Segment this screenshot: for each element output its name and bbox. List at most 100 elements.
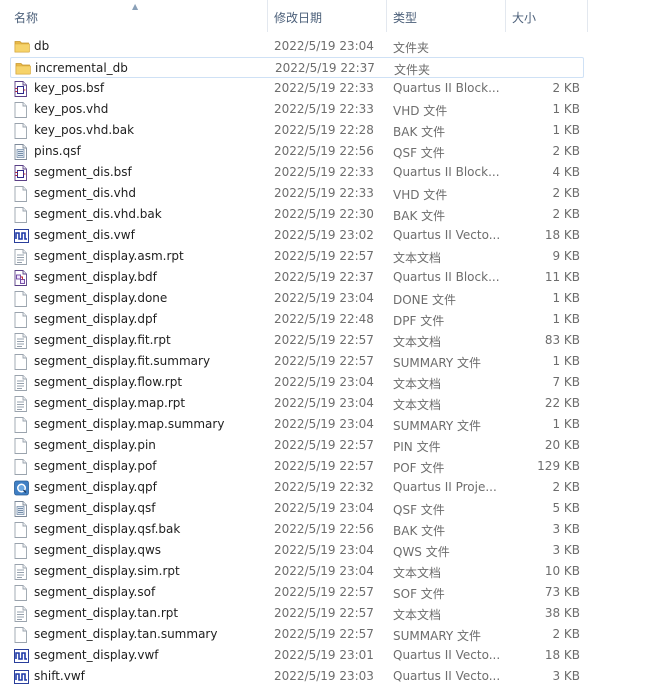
file-type: BAK 文件 xyxy=(393,209,446,223)
file-size: 129 KB xyxy=(537,459,580,473)
blank-file-icon xyxy=(14,354,28,370)
file-row[interactable]: segment_display.pof 2022/5/19 22:57 POF 文件… xyxy=(10,456,584,477)
file-type: DONE 文件 xyxy=(393,293,457,307)
file-modified-date: 2022/5/19 22:57 xyxy=(274,333,374,347)
settings-file-icon xyxy=(14,144,28,160)
column-header-type[interactable]: 类型 xyxy=(387,0,506,32)
file-type: 文本文档 xyxy=(393,608,442,622)
file-type: BAK 文件 xyxy=(393,125,446,139)
file-modified-date: 2022/5/19 23:04 xyxy=(274,501,374,515)
file-row[interactable]: pins.qsf 2022/5/19 22:56 QSF 文件 2 KB xyxy=(10,141,584,162)
file-modified-date: 2022/5/19 23:02 xyxy=(274,228,374,242)
file-modified-date: 2022/5/19 22:30 xyxy=(274,207,374,221)
file-row[interactable]: segment_display.qsf 2022/5/19 23:04 QSF 文件… xyxy=(10,498,584,519)
file-row[interactable]: segment_display.asm.rpt 2022/5/19 22:57 文本… xyxy=(10,246,584,267)
file-type: POF 文件 xyxy=(393,461,445,475)
file-size: 3 KB xyxy=(552,669,580,683)
file-size: 1 KB xyxy=(552,123,580,137)
file-row[interactable]: segment_display.dpf 2022/5/19 22:48 DPF 文件… xyxy=(10,309,584,330)
file-size: 3 KB xyxy=(552,543,580,557)
file-type: DPF 文件 xyxy=(393,314,445,328)
text-file-icon xyxy=(14,396,28,412)
column-header-size[interactable]: 大小 xyxy=(506,0,588,32)
file-row[interactable]: segment_display.bdf 2022/5/19 22:37 Quartu… xyxy=(10,267,584,288)
file-size: 9 KB xyxy=(552,249,580,263)
file-type: 文本文档 xyxy=(393,566,442,580)
file-row[interactable]: segment_display.sof 2022/5/19 22:57 SOF 文件… xyxy=(10,582,584,603)
file-modified-date: 2022/5/19 23:04 xyxy=(274,291,374,305)
blank-file-icon xyxy=(14,102,28,118)
file-row[interactable]: segment_dis.vhd.bak 2022/5/19 22:30 BAK 文件… xyxy=(10,204,584,225)
file-modified-date: 2022/5/19 23:04 xyxy=(274,417,374,431)
file-row[interactable]: segment_display.qws 2022/5/19 23:04 QWS 文件… xyxy=(10,540,584,561)
file-row[interactable]: segment_display.tan.rpt 2022/5/19 22:57 文本… xyxy=(10,603,584,624)
folder-icon xyxy=(14,39,30,54)
file-name: segment_display.asm.rpt xyxy=(34,249,184,263)
file-name: segment_display.tan.rpt xyxy=(34,606,179,620)
file-type: 文本文档 xyxy=(393,251,442,265)
file-type: QSF 文件 xyxy=(393,146,445,160)
file-row[interactable]: segment_dis.vwf 2022/5/19 23:02 Quartus II… xyxy=(10,225,584,246)
file-row[interactable]: segment_dis.bsf 2022/5/19 22:33 Quartus II… xyxy=(10,162,584,183)
file-name: key_pos.vhd xyxy=(34,102,109,116)
file-modified-date: 2022/5/19 22:33 xyxy=(274,102,374,116)
file-name: segment_display.map.rpt xyxy=(34,396,186,410)
file-row[interactable]: segment_display.pin 2022/5/19 22:57 PIN 文件… xyxy=(10,435,584,456)
file-size: 1 KB xyxy=(552,417,580,431)
file-modified-date: 2022/5/19 22:37 xyxy=(274,270,374,284)
file-row[interactable]: incremental_db 2022/5/19 22:37 文件夹 xyxy=(10,57,584,78)
file-row[interactable]: segment_display.done 2022/5/19 23:04 DONE … xyxy=(10,288,584,309)
column-header-name[interactable]: 名称 ▲ xyxy=(0,0,268,32)
waveform-file-icon xyxy=(14,648,29,663)
file-type: 文本文档 xyxy=(393,335,442,349)
file-row[interactable]: shift.vwf 2022/5/19 23:03 Quartus II Vecto… xyxy=(10,666,584,687)
file-modified-date: 2022/5/19 23:01 xyxy=(274,648,374,662)
file-size: 1 KB xyxy=(552,354,580,368)
file-name: segment_display.sof xyxy=(34,585,156,599)
file-row[interactable]: segment_display.vwf 2022/5/19 23:01 Quartu… xyxy=(10,645,584,666)
file-row[interactable]: segment_display.flow.rpt 2022/5/19 23:04 文… xyxy=(10,372,584,393)
file-row[interactable]: segment_display.sim.rpt 2022/5/19 23:04 文本… xyxy=(10,561,584,582)
file-row[interactable]: key_pos.bsf 2022/5/19 22:33 Quartus II Blo… xyxy=(10,78,584,99)
file-name: segment_display.pin xyxy=(34,438,156,452)
file-modified-date: 2022/5/19 22:57 xyxy=(274,438,374,452)
project-file-icon xyxy=(14,480,29,496)
file-row[interactable]: db 2022/5/19 23:04 文件夹 xyxy=(10,36,584,57)
file-name: shift.vwf xyxy=(34,669,85,683)
blank-file-icon xyxy=(14,585,28,601)
file-name: segment_display.qsf.bak xyxy=(34,522,181,536)
file-row[interactable]: key_pos.vhd 2022/5/19 22:33 VHD 文件 1 KB xyxy=(10,99,584,120)
file-size: 2 KB xyxy=(552,144,580,158)
file-size: 2 KB xyxy=(552,186,580,200)
file-row[interactable]: segment_display.tan.summary 2022/5/19 22:… xyxy=(10,624,584,645)
block-symbol-file-icon xyxy=(14,165,28,181)
file-modified-date: 2022/5/19 23:04 xyxy=(274,375,374,389)
file-size: 2 KB xyxy=(552,627,580,641)
file-size: 7 KB xyxy=(552,375,580,389)
blank-file-icon xyxy=(14,291,28,307)
file-size: 4 KB xyxy=(552,165,580,179)
file-modified-date: 2022/5/19 23:04 xyxy=(274,396,374,410)
column-header-bar: 名称 ▲ 修改日期 类型 大小 xyxy=(0,0,646,32)
file-row[interactable]: segment_display.qsf.bak 2022/5/19 22:56 BA… xyxy=(10,519,584,540)
file-row[interactable]: segment_display.fit.rpt 2022/5/19 22:57 文本… xyxy=(10,330,584,351)
file-type: Quartus II Block... xyxy=(393,165,500,179)
file-modified-date: 2022/5/19 22:32 xyxy=(274,480,374,494)
sort-ascending-icon: ▲ xyxy=(132,2,139,11)
file-row[interactable]: segment_display.fit.summary 2022/5/19 22:… xyxy=(10,351,584,372)
file-size: 2 KB xyxy=(552,207,580,221)
file-row[interactable]: segment_display.map.rpt 2022/5/19 23:04 文本… xyxy=(10,393,584,414)
blank-file-icon xyxy=(14,123,28,139)
file-type: Quartus II Block... xyxy=(393,81,500,95)
file-row[interactable]: segment_display.map.summary 2022/5/19 23:… xyxy=(10,414,584,435)
file-row[interactable]: segment_dis.vhd 2022/5/19 22:33 VHD 文件 2 KB xyxy=(10,183,584,204)
file-name: segment_display.sim.rpt xyxy=(34,564,180,578)
file-modified-date: 2022/5/19 22:48 xyxy=(274,312,374,326)
file-row[interactable]: key_pos.vhd.bak 2022/5/19 22:28 BAK 文件 1 KB xyxy=(10,120,584,141)
waveform-file-icon xyxy=(14,669,29,684)
file-name: segment_display.bdf xyxy=(34,270,157,284)
column-header-date[interactable]: 修改日期 xyxy=(268,0,387,32)
file-type: 文本文档 xyxy=(393,398,442,412)
file-name: segment_display.map.summary xyxy=(34,417,225,431)
file-row[interactable]: segment_display.qpf 2022/5/19 22:32 Quartu… xyxy=(10,477,584,498)
